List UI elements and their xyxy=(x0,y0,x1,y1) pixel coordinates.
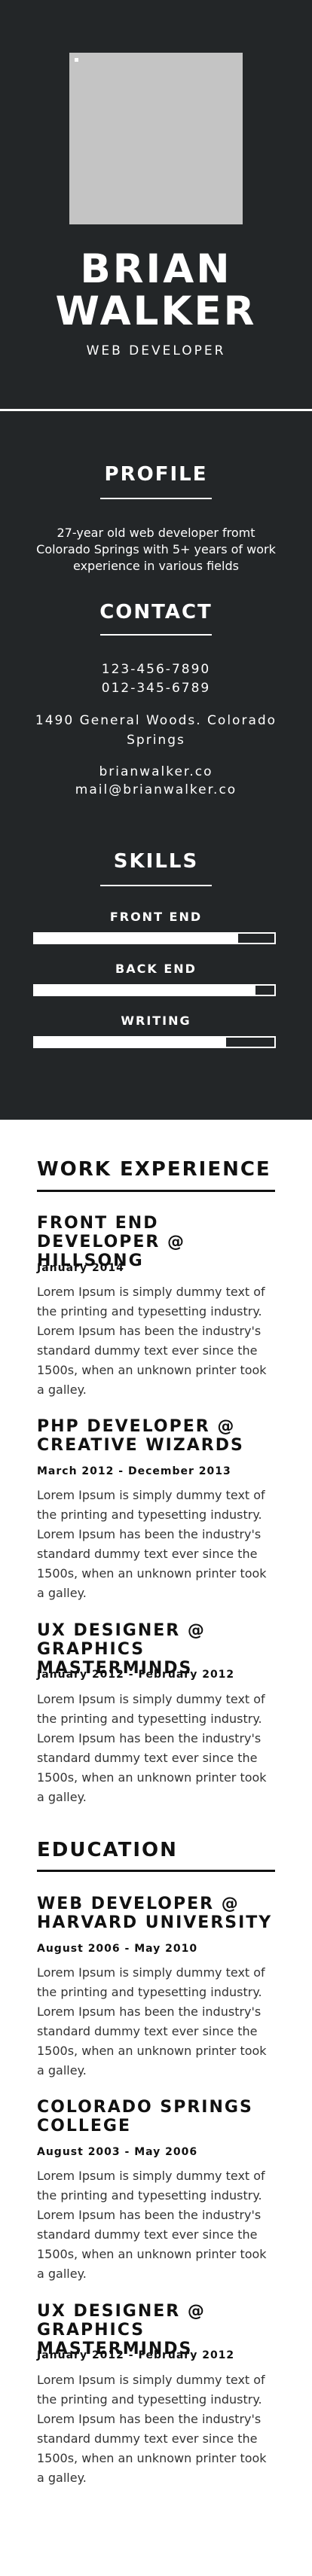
education-item-desc: Lorem Ipsum is simply dummy text of the … xyxy=(37,2373,267,2485)
education-item-desc: Lorem Ipsum is simply dummy text of the … xyxy=(37,1965,267,2078)
work-item-title: PHP DEVELOPER @ CREATIVE WIZARDS xyxy=(37,1417,244,1455)
skill-bar-front-end xyxy=(33,932,276,944)
education-underline xyxy=(37,1870,275,1872)
skills-heading: SKILLS xyxy=(113,850,199,873)
main-content: WORK EXPERIENCE FRONT END DEVELOPER @ HI… xyxy=(0,1120,312,2576)
education-item-title: WEB DEVELOPER @ HARVARD UNIVERSITY xyxy=(37,1895,273,1932)
address: 1490 General Woods. Colorado Springs xyxy=(35,713,277,748)
skill-label-back-end: BACK END xyxy=(115,962,197,976)
skill-label-front-end: FRONT END xyxy=(109,910,203,924)
email-link[interactable]: mail@brianwalker.co xyxy=(0,780,312,800)
job-role: WEB DEVELOPER xyxy=(86,343,226,358)
phone-secondary: 012-345-6789 xyxy=(101,681,211,696)
contact-heading: CONTACT xyxy=(99,601,213,623)
work-underline xyxy=(37,1190,275,1192)
sidebar: BRIAN WALKER WEB DEVELOPER PROFILE 27-ye… xyxy=(0,0,312,1120)
last-name: WALKER xyxy=(55,288,257,334)
education-item-date: August 2003 - May 2006 xyxy=(37,2146,198,2158)
education-item-title: COLORADO SPRINGS COLLEGE xyxy=(37,2098,253,2135)
skill-bar-fill xyxy=(35,934,239,943)
first-name: BRIAN xyxy=(80,246,232,292)
education-item-desc: Lorem Ipsum is simply dummy text of the … xyxy=(37,2169,267,2281)
profile-underline xyxy=(100,498,212,499)
education-heading: EDUCATION xyxy=(37,1839,178,1861)
education-item-date: August 2006 - May 2010 xyxy=(37,1943,198,1955)
contact-underline xyxy=(100,634,212,636)
profile-photo xyxy=(69,53,243,224)
work-item-desc: Lorem Ipsum is simply dummy text of the … xyxy=(37,1488,267,1600)
profile-text: 27-year old web developer fromt Colorado… xyxy=(36,526,276,573)
resume-page: BRIAN WALKER WEB DEVELOPER PROFILE 27-ye… xyxy=(0,0,312,2576)
phone-primary: 123-456-7890 xyxy=(101,662,211,677)
divider xyxy=(0,409,312,411)
skill-bar-fill xyxy=(35,1038,227,1047)
work-item-date: March 2012 - December 2013 xyxy=(37,1465,231,1477)
education-item-date: January 2012 - February 2012 xyxy=(37,2349,235,2361)
work-item-desc: Lorem Ipsum is simply dummy text of the … xyxy=(37,1692,267,1804)
profile-heading: PROFILE xyxy=(104,463,208,486)
skill-bar-back-end xyxy=(33,984,276,996)
work-heading: WORK EXPERIENCE xyxy=(37,1158,271,1181)
work-item-date: January 2014 xyxy=(37,1262,124,1274)
website-link[interactable]: brianwalker.co xyxy=(0,762,312,782)
work-item-date: January 2012 - February 2012 xyxy=(37,1669,235,1681)
skill-bar-writing xyxy=(33,1036,276,1048)
skill-bar-fill xyxy=(35,986,255,995)
skills-underline xyxy=(100,885,212,886)
photo-placeholder-icon xyxy=(75,58,78,62)
work-item-desc: Lorem Ipsum is simply dummy text of the … xyxy=(37,1285,267,1397)
skill-label-writing: WRITING xyxy=(121,1014,191,1028)
